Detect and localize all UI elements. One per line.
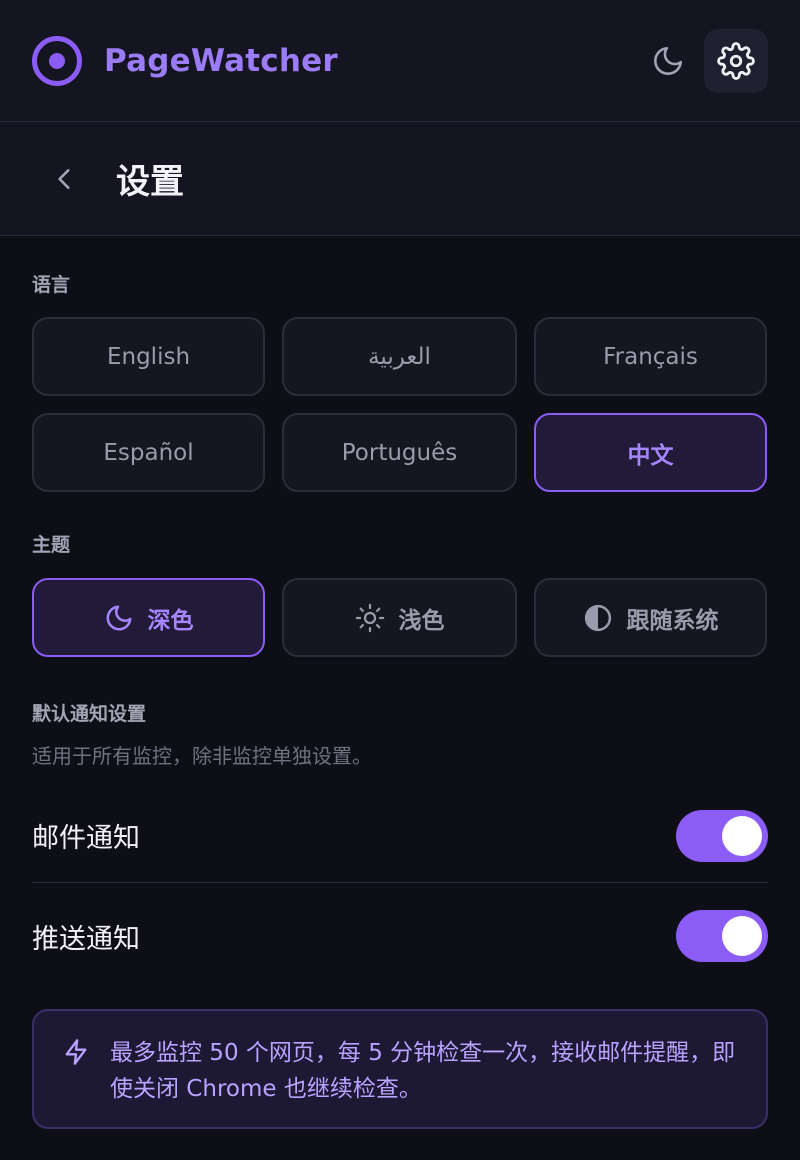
theme-options: 深色 浅色 跟随系统	[32, 578, 768, 657]
language-option-portuguese[interactable]: Português	[282, 413, 517, 492]
theme-option-label: 浅色	[398, 607, 445, 634]
language-option-arabic[interactable]: العربية	[282, 317, 517, 396]
moon-icon	[104, 603, 134, 633]
language-option-french[interactable]: Français	[534, 317, 767, 396]
theme-option-system[interactable]: 跟随系统	[534, 578, 767, 657]
back-button[interactable]	[50, 159, 80, 199]
email-notification-row: 邮件通知	[32, 789, 768, 883]
push-notification-label: 推送通知	[32, 923, 140, 955]
toggle-knob	[722, 916, 762, 956]
language-option-english[interactable]: English	[32, 317, 265, 396]
page-title: 设置	[116, 162, 184, 202]
lightning-icon	[62, 1035, 94, 1127]
theme-option-label: 跟随系统	[626, 607, 719, 634]
info-banner: 最多监控 50 个网页，每 5 分钟检查一次，接收邮件提醒，即使关闭 Chrom…	[32, 1009, 768, 1129]
language-option-spanish[interactable]: Español	[32, 413, 265, 492]
email-notification-label: 邮件通知	[32, 823, 140, 854]
toggle-knob	[722, 815, 762, 856]
chevron-left-icon	[58, 168, 70, 189]
app-title: PageWatcher	[104, 42, 338, 79]
language-options: English العربية Français Español Portugu…	[32, 317, 768, 492]
settings-button[interactable]	[704, 28, 768, 93]
moon-icon	[654, 46, 683, 75]
theme-toggle-button[interactable]	[646, 39, 690, 83]
gear-icon	[717, 41, 755, 80]
logo-icon	[32, 35, 82, 86]
page-header: 设置	[0, 122, 800, 236]
settings-content: 语言 English العربية Français Español Port…	[0, 236, 800, 1129]
app-header: PageWatcher	[0, 0, 800, 122]
push-notification-toggle[interactable]	[676, 910, 768, 962]
sun-icon	[355, 603, 385, 633]
theme-option-light[interactable]: 浅色	[282, 578, 517, 657]
info-text: 最多监控 50 个网页，每 5 分钟检查一次，接收邮件提醒，即使关闭 Chrom…	[110, 1040, 736, 1102]
settings-page: PageWatcher 设置 语言 English العربية França…	[0, 0, 800, 1160]
language-label: 语言	[32, 274, 71, 296]
email-notification-toggle[interactable]	[676, 809, 768, 862]
theme-option-dark[interactable]: 深色	[32, 578, 265, 657]
contrast-icon	[583, 603, 613, 633]
theme-label: 主题	[32, 534, 71, 556]
language-option-chinese[interactable]: 中文	[534, 413, 767, 492]
push-notification-row: 推送通知	[32, 883, 768, 989]
notification-settings-description: 适用于所有监控，除非监控单独设置。	[32, 744, 372, 768]
notification-settings-label: 默认通知设置	[32, 703, 147, 725]
theme-option-label: 深色	[147, 607, 194, 634]
